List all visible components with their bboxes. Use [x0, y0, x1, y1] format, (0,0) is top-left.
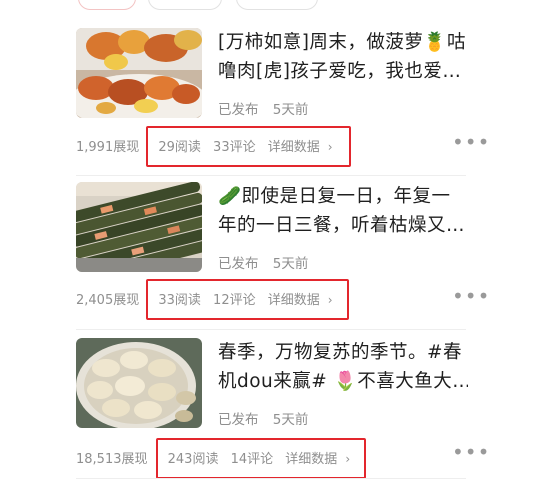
- publish-status: 已发布: [218, 256, 259, 272]
- detail-data-link[interactable]: 详细数据 ›: [268, 140, 333, 155]
- article-stats: 1,991展现 29阅读 33评论 详细数据 ›: [76, 126, 351, 167]
- more-options-icon[interactable]: •••: [452, 284, 490, 308]
- impressions-count: 1,991展现: [76, 140, 140, 155]
- article-title-line: [万柿如意]周末，做菠萝🍍咕: [218, 32, 466, 53]
- impressions-count: 18,513展现: [76, 452, 148, 467]
- article-meta: 已发布 5天前: [218, 98, 308, 118]
- article-thumbnail[interactable]: [76, 338, 202, 428]
- article-card[interactable]: 春季，万物复苏的季节。#春 机dou来赢# 🌷不喜大鱼大… 已发布 5天前 18…: [0, 332, 558, 482]
- article-thumbnail[interactable]: [76, 28, 202, 118]
- reads-count: 243阅读: [167, 452, 219, 467]
- filter-tab[interactable]: [148, 0, 222, 10]
- comments-count: 12评论: [213, 293, 256, 308]
- more-options-icon[interactable]: •••: [452, 130, 490, 154]
- divider: [76, 329, 466, 330]
- detail-data-link[interactable]: 详细数据 ›: [268, 293, 333, 308]
- seaweed-rolls-photo: [76, 182, 202, 272]
- comments-count: 33评论: [213, 140, 256, 155]
- article-title-line: 春季，万物复苏的季节。#春: [218, 342, 463, 363]
- article-meta: 已发布 5天前: [218, 408, 308, 428]
- detail-data-label: 详细数据: [267, 293, 320, 308]
- more-options-icon[interactable]: •••: [452, 440, 490, 464]
- publish-status: 已发布: [218, 102, 259, 118]
- article-thumbnail[interactable]: [76, 182, 202, 272]
- filter-tabs: [0, 0, 558, 10]
- chevron-right-icon: ›: [327, 140, 333, 154]
- article-title[interactable]: 🥒即使是日复一日，年复一 年的一日三餐，听着枯燥又…: [218, 182, 468, 240]
- article-card[interactable]: 🥒即使是日复一日，年复一 年的一日三餐，听着枯燥又… 已发布 5天前 2,405…: [0, 176, 558, 330]
- chevron-right-icon: ›: [327, 293, 333, 307]
- publish-time: 5天前: [272, 102, 309, 118]
- filter-tab[interactable]: [78, 0, 136, 10]
- detail-data-label: 详细数据: [267, 140, 320, 155]
- detail-data-label: 详细数据: [285, 452, 338, 467]
- reads-count: 33阅读: [158, 293, 201, 308]
- article-card[interactable]: [万柿如意]周末，做菠萝🍍咕 噜肉[虎]孩子爱吃，我也爱… 已发布 5天前 1,…: [0, 22, 558, 176]
- highlight-box: 243阅读 14评论 详细数据 ›: [155, 438, 367, 479]
- publish-time: 5天前: [272, 412, 309, 428]
- comments-count: 14评论: [230, 452, 274, 467]
- filter-tab[interactable]: [236, 0, 318, 10]
- sweet-sour-pork-photo: [76, 28, 202, 118]
- article-title-line: 噜肉[虎]孩子爱吃，我也爱…: [218, 61, 462, 82]
- article-title[interactable]: [万柿如意]周末，做菠萝🍍咕 噜肉[虎]孩子爱吃，我也爱…: [218, 28, 468, 86]
- publish-status: 已发布: [218, 412, 259, 428]
- article-meta: 已发布 5天前: [218, 252, 308, 272]
- publish-time: 5天前: [272, 256, 309, 272]
- chevron-right-icon: ›: [345, 452, 351, 466]
- highlight-box: 29阅读 33评论 详细数据 ›: [146, 126, 351, 167]
- article-title-line: 机dou来赢# 🌷不喜大鱼大…: [218, 371, 468, 392]
- reads-count: 29阅读: [158, 140, 201, 155]
- article-title-line: 年的一日三餐，听着枯燥又…: [218, 215, 466, 236]
- article-stats: 18,513展现 243阅读 14评论 详细数据 ›: [76, 438, 367, 479]
- detail-data-link[interactable]: 详细数据 ›: [285, 452, 350, 467]
- article-stats: 2,405展现 33阅读 12评论 详细数据 ›: [76, 279, 349, 320]
- article-title[interactable]: 春季，万物复苏的季节。#春 机dou来赢# 🌷不喜大鱼大…: [218, 338, 468, 396]
- highlight-box: 33阅读 12评论 详细数据 ›: [146, 279, 349, 320]
- dumplings-photo: [76, 338, 202, 428]
- impressions-count: 2,405展现: [76, 293, 140, 308]
- article-title-line: 🥒即使是日复一日，年复一: [218, 186, 451, 207]
- divider: [76, 478, 466, 479]
